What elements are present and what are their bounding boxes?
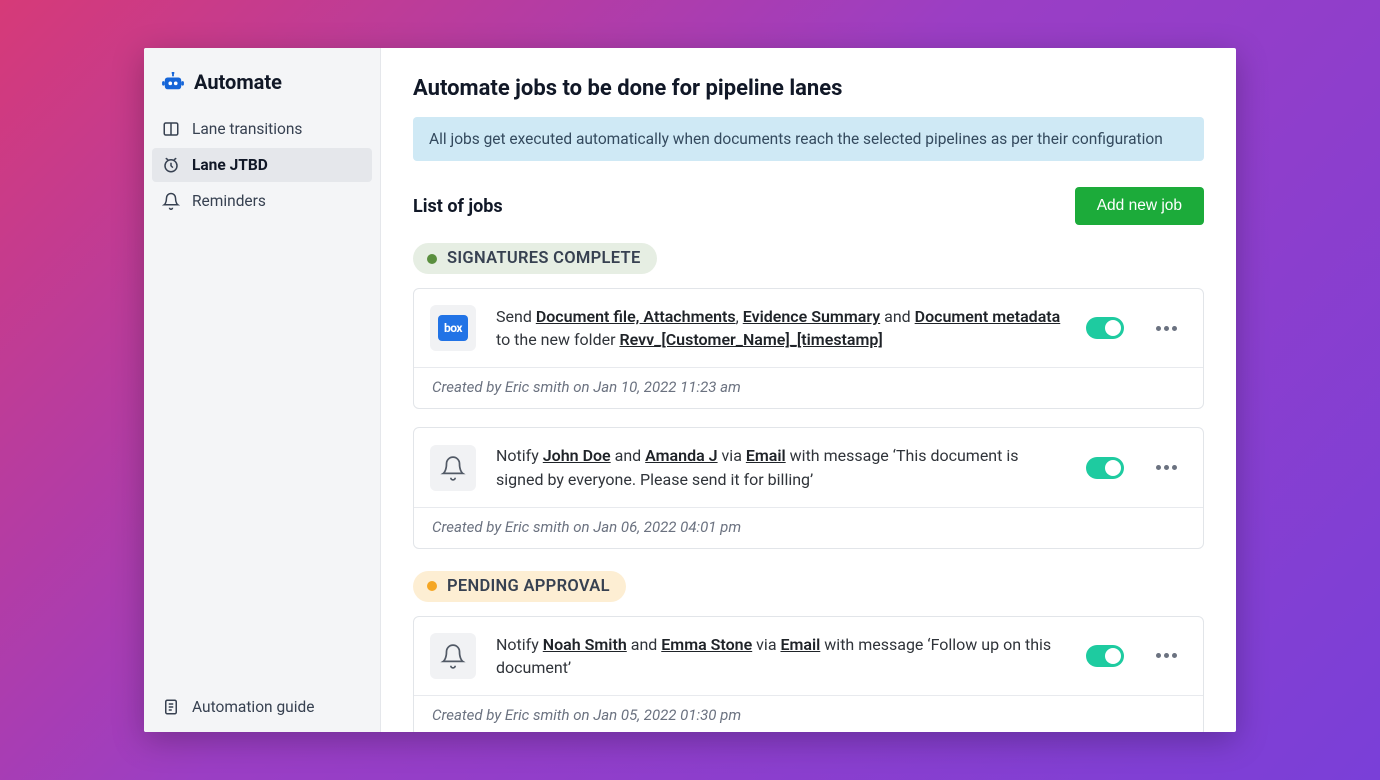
job-description: Send Document file, Attachments, Evidenc… [496,305,1066,351]
sidebar-header: Automate [144,48,380,112]
link-john-doe[interactable]: John Doe [543,446,611,465]
link-document-metadata[interactable]: Document metadata [915,307,1061,326]
robot-icon [162,72,184,92]
more-options-button[interactable] [1150,320,1183,337]
sidebar-item-label: Reminders [192,192,266,210]
page-title: Automate jobs to be done for pipeline la… [413,76,1204,101]
document-icon [162,698,180,716]
group-label-text: PENDING APPROVAL [447,577,610,596]
group-label-text: SIGNATURES COMPLETE [447,249,641,268]
more-options-button[interactable] [1150,459,1183,476]
job-icon-container [430,445,476,491]
text: and [880,307,915,326]
link-document-file[interactable]: Document file, Attachments [536,307,736,326]
sidebar-item-label: Lane JTBD [192,156,268,174]
text: , [736,307,743,326]
more-options-button[interactable] [1150,647,1183,664]
job-description: Notify Noah Smith and Emma Stone via Ema… [496,633,1066,679]
bell-icon [440,643,466,669]
text: via [718,446,746,465]
job-description: Notify John Doe and Amanda J via Email w… [496,444,1066,490]
job-toggle[interactable] [1086,645,1124,667]
link-noah-smith[interactable]: Noah Smith [543,635,627,654]
sidebar: Automate Lane transitions Lane JTBD Remi… [144,48,381,732]
job-group: SIGNATURES COMPLETE box Send Document fi… [413,243,1204,549]
columns-icon [162,120,180,138]
job-card-main: Notify John Doe and Amanda J via Email w… [414,428,1203,506]
link-folder-name[interactable]: Revv_[Customer_Name]_[timestamp] [619,330,882,349]
job-icon-container: box [430,305,476,351]
text: Notify [496,446,543,465]
sidebar-item-label: Lane transitions [192,120,302,138]
text: and [611,446,646,465]
bell-icon [440,455,466,481]
link-evidence-summary[interactable]: Evidence Summary [743,307,880,326]
link-amanda-j[interactable]: Amanda J [645,446,717,465]
status-dot-icon [427,581,437,591]
main-content: Automate jobs to be done for pipeline la… [381,48,1236,732]
job-card-main: box Send Document file, Attachments, Evi… [414,289,1203,367]
link-email[interactable]: Email [746,446,786,465]
job-card: box Send Document file, Attachments, Evi… [413,288,1204,409]
text: Send [496,307,536,326]
group-label-pending-approval: PENDING APPROVAL [413,571,626,602]
job-card: Notify Noah Smith and Emma Stone via Ema… [413,616,1204,732]
info-banner: All jobs get executed automatically when… [413,117,1204,161]
status-dot-icon [427,254,437,264]
job-toggle[interactable] [1086,317,1124,339]
job-card: Notify John Doe and Amanda J via Email w… [413,427,1204,548]
app-window: Automate Lane transitions Lane JTBD Remi… [144,48,1236,732]
automation-guide-link[interactable]: Automation guide [162,698,362,716]
list-title: List of jobs [413,196,503,217]
job-group: PENDING APPROVAL Notify Noah Smith and E… [413,571,1204,732]
job-meta: Created by Eric smith on Jan 06, 2022 04… [414,507,1203,548]
sidebar-item-reminders[interactable]: Reminders [152,184,372,218]
sidebar-nav: Lane transitions Lane JTBD Reminders [144,112,380,220]
job-meta: Created by Eric smith on Jan 05, 2022 01… [414,695,1203,732]
text: and [627,635,662,654]
sidebar-item-lane-transitions[interactable]: Lane transitions [152,112,372,146]
job-icon-container [430,633,476,679]
list-header: List of jobs Add new job [413,187,1204,225]
sidebar-item-lane-jtbd[interactable]: Lane JTBD [152,148,372,182]
box-logo-icon: box [438,315,468,341]
job-toggle[interactable] [1086,457,1124,479]
text: Notify [496,635,543,654]
link-email[interactable]: Email [780,635,820,654]
text: to the new folder [496,330,619,349]
group-label-signatures-complete: SIGNATURES COMPLETE [413,243,657,274]
link-emma-stone[interactable]: Emma Stone [661,635,752,654]
sidebar-footer: Automation guide [144,686,380,732]
add-new-job-button[interactable]: Add new job [1075,187,1204,225]
sidebar-title: Automate [194,70,282,94]
bell-icon [162,192,180,210]
automation-guide-label: Automation guide [192,698,314,716]
job-card-main: Notify Noah Smith and Emma Stone via Ema… [414,617,1203,695]
text: via [752,635,780,654]
job-meta: Created by Eric smith on Jan 10, 2022 11… [414,367,1203,408]
clock-icon [162,156,180,174]
